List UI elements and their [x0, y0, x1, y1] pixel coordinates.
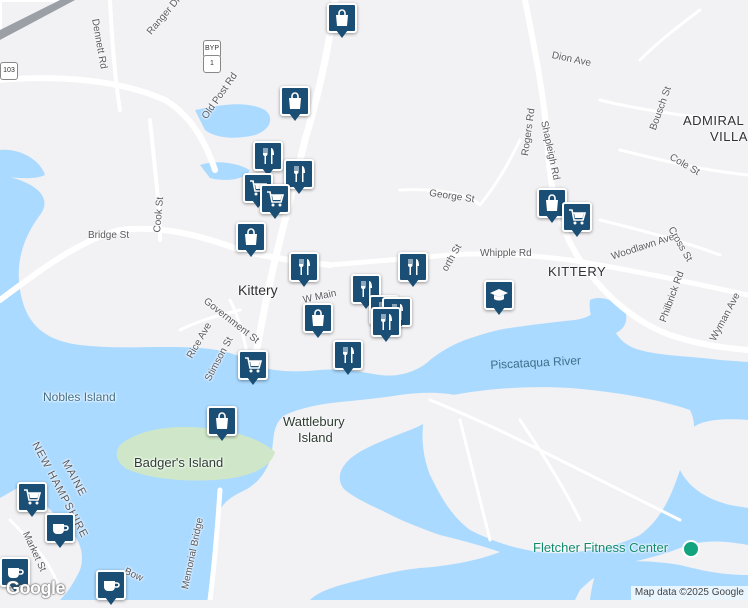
shopping-bag-icon	[241, 227, 261, 247]
marker-pointer	[269, 211, 281, 219]
marker-pointer	[247, 377, 259, 385]
poi-label-fletcher[interactable]: Fletcher Fitness Center	[533, 540, 668, 555]
shopping-bag-icon	[332, 8, 352, 28]
fork-knife-icon	[294, 257, 314, 277]
fork-knife-icon	[403, 257, 423, 277]
marker-pointer	[407, 279, 419, 287]
cafe-marker[interactable]	[45, 513, 75, 551]
shopping-marker[interactable]	[303, 303, 333, 341]
place-label-admiralty-1: ADMIRAL	[683, 113, 745, 128]
graduation-cap-icon	[489, 285, 509, 305]
fork-knife-icon	[258, 146, 278, 166]
school-marker[interactable]	[484, 280, 514, 318]
coffee-cup-icon	[50, 518, 70, 538]
place-label-kittery-east: KITTERY	[548, 264, 607, 279]
cafe-marker[interactable]	[96, 570, 126, 608]
restaurant-marker[interactable]	[398, 252, 428, 290]
place-label-wattlebury-2: Island	[298, 430, 333, 445]
marker-pointer	[289, 113, 301, 121]
grocery-marker[interactable]	[260, 184, 290, 222]
marker-pointer	[216, 433, 228, 441]
marker-pointer	[546, 215, 558, 223]
place-label-admiralty-2: VILLAG	[710, 129, 748, 144]
marker-pointer	[493, 307, 505, 315]
shopping-bag-icon	[542, 193, 562, 213]
fork-knife-icon	[289, 164, 309, 184]
marker-pointer	[380, 334, 392, 342]
marker-pointer	[26, 509, 38, 517]
restaurant-marker[interactable]	[289, 252, 319, 290]
restaurant-marker[interactable]	[371, 307, 401, 345]
place-label-kittery: Kittery	[238, 282, 278, 298]
shopping-cart-icon	[243, 355, 263, 375]
grocery-marker[interactable]	[562, 202, 592, 240]
marker-pointer	[342, 367, 354, 375]
shopping-cart-icon	[567, 207, 587, 227]
shopping-marker[interactable]	[236, 222, 266, 260]
marker-pointer	[293, 186, 305, 194]
marker-pointer	[245, 249, 257, 257]
shopping-cart-icon	[265, 189, 285, 209]
fork-knife-icon	[376, 312, 396, 332]
fork-knife-icon	[338, 345, 358, 365]
marker-pointer	[312, 330, 324, 338]
route-1-shield: 1	[203, 55, 221, 73]
shopping-marker[interactable]	[207, 406, 237, 444]
marker-pointer	[105, 597, 117, 605]
marker-pointer	[571, 229, 583, 237]
restaurant-marker[interactable]	[333, 340, 363, 378]
fitness-poi-icon[interactable]	[682, 540, 700, 558]
coffee-cup-icon	[101, 575, 121, 595]
shopping-marker[interactable]	[327, 3, 357, 41]
map-attribution[interactable]: Map data ©2025 Google	[630, 586, 748, 600]
marker-pointer	[336, 30, 348, 38]
shopping-marker[interactable]	[280, 86, 310, 124]
grocery-marker[interactable]	[17, 482, 47, 520]
road-label-bridge: Bridge St	[88, 230, 130, 241]
shopping-cart-icon	[22, 487, 42, 507]
grocery-marker[interactable]	[238, 350, 268, 388]
shopping-bag-icon	[308, 308, 328, 328]
shopping-bag-icon	[285, 91, 305, 111]
route-103-shield: 103	[0, 62, 18, 80]
marker-pointer	[54, 540, 66, 548]
marker-pointer	[298, 279, 310, 287]
road-label-whipple: Whipple Rd	[480, 248, 532, 259]
shopping-bag-icon	[212, 411, 232, 431]
place-label-wattlebury-1: Wattlebury	[283, 414, 345, 429]
place-label-badgers-island: Badger's Island	[134, 455, 224, 470]
google-logo: Google	[6, 578, 66, 598]
place-label-nobles-island: Nobles Island	[43, 390, 116, 404]
